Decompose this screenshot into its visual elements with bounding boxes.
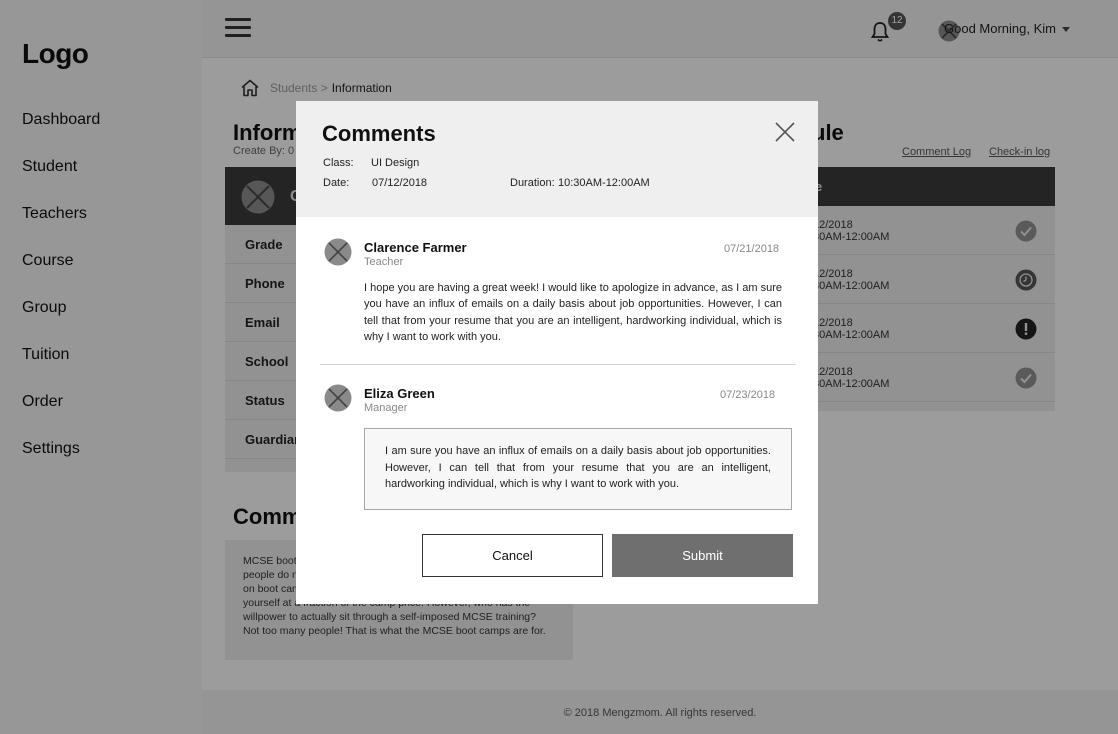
- duration-value: 10:30AM-12:00AM: [558, 177, 650, 189]
- cancel-button[interactable]: Cancel: [422, 534, 603, 577]
- duration-label: Duration:: [510, 177, 555, 189]
- commenter-avatar: [324, 384, 352, 412]
- commenter-avatar: [324, 238, 352, 266]
- divider: [320, 364, 796, 365]
- date-value: 07/12/2018: [372, 177, 428, 189]
- commenter-name: Clarence Farmer: [364, 240, 467, 255]
- submit-button[interactable]: Submit: [612, 534, 793, 577]
- commenter-role: Manager: [364, 402, 408, 414]
- comment-item: Eliza Green Manager 07/23/2018: [320, 384, 796, 424]
- class-label: Class:: [323, 157, 354, 169]
- comments-modal: Comments Class: UI Design Date: 07/12/20…: [296, 101, 818, 604]
- modal-header: Comments Class: UI Design Date: 07/12/20…: [296, 101, 818, 217]
- close-icon[interactable]: [774, 121, 796, 143]
- date-label: Date:: [323, 177, 350, 189]
- comment-item: Clarence Farmer Teacher 07/21/2018 I hop…: [320, 238, 796, 348]
- comment-date: 07/23/2018: [720, 389, 776, 401]
- comment-textarea[interactable]: I am sure you have an influx of emails o…: [364, 428, 792, 510]
- modal-title: Comments: [322, 121, 436, 146]
- commenter-name: Eliza Green: [364, 386, 435, 401]
- commenter-role: Teacher: [364, 256, 404, 268]
- comment-date: 07/21/2018: [724, 243, 780, 255]
- class-value: UI Design: [371, 157, 420, 169]
- comment-text: I hope you are having a great week! I wo…: [364, 282, 782, 343]
